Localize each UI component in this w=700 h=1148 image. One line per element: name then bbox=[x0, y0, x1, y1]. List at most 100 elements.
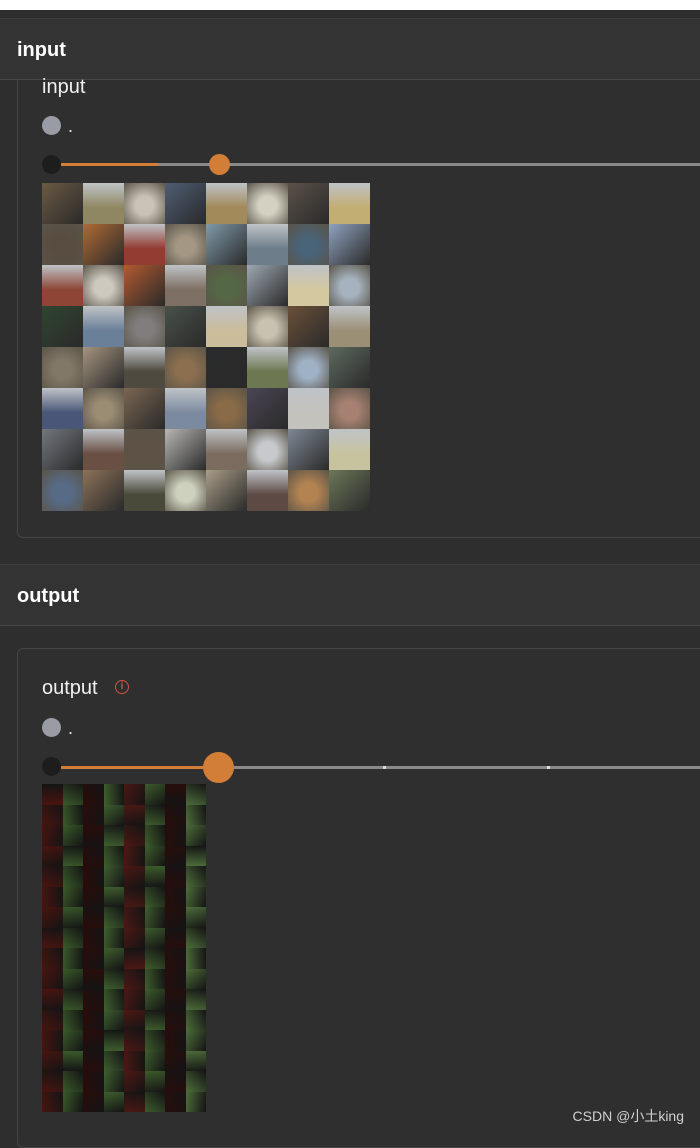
feature-tile bbox=[62, 804, 83, 825]
image-tile bbox=[329, 347, 370, 388]
feature-tile bbox=[42, 1030, 63, 1051]
image-tile bbox=[247, 224, 288, 265]
feature-tile bbox=[185, 927, 206, 948]
image-tile bbox=[124, 429, 165, 470]
image-tile bbox=[83, 306, 124, 347]
image-tile bbox=[288, 388, 329, 429]
feature-tile bbox=[165, 825, 186, 846]
feature-tile bbox=[185, 1009, 206, 1030]
image-tile bbox=[42, 306, 83, 347]
feature-tile bbox=[83, 1030, 104, 1051]
feature-tile bbox=[42, 1050, 63, 1071]
image-tile bbox=[83, 347, 124, 388]
feature-tile bbox=[185, 866, 206, 887]
feature-tile bbox=[124, 804, 145, 825]
feature-tile bbox=[42, 784, 63, 805]
image-tile bbox=[165, 470, 206, 511]
feature-tile bbox=[144, 907, 165, 928]
image-tile bbox=[42, 224, 83, 265]
feature-tile bbox=[124, 845, 145, 866]
feature-tile bbox=[165, 1091, 186, 1112]
feature-tile bbox=[62, 948, 83, 969]
feature-tile bbox=[124, 948, 145, 969]
feature-tile bbox=[103, 845, 124, 866]
feature-tile bbox=[144, 1091, 165, 1112]
image-tile bbox=[288, 265, 329, 306]
image-tile bbox=[288, 306, 329, 347]
feature-tile bbox=[62, 989, 83, 1010]
image-tile bbox=[247, 265, 288, 306]
feature-tile bbox=[62, 845, 83, 866]
radio-label: . bbox=[68, 116, 74, 136]
feature-tile bbox=[144, 1050, 165, 1071]
feature-tile bbox=[124, 1071, 145, 1092]
image-tile bbox=[288, 347, 329, 388]
feature-tile bbox=[103, 784, 124, 805]
input-slider-track[interactable] bbox=[61, 163, 700, 166]
feature-tile bbox=[144, 784, 165, 805]
feature-tile bbox=[165, 886, 186, 907]
feature-tile bbox=[124, 1050, 145, 1071]
feature-tile bbox=[103, 948, 124, 969]
image-tile bbox=[329, 429, 370, 470]
image-tile bbox=[206, 429, 247, 470]
image-tile bbox=[42, 429, 83, 470]
feature-tile bbox=[103, 1030, 124, 1051]
image-tile bbox=[206, 388, 247, 429]
feature-tile bbox=[144, 804, 165, 825]
feature-tile bbox=[42, 866, 63, 887]
output-slider-thumb[interactable] bbox=[203, 752, 234, 783]
feature-tile bbox=[42, 989, 63, 1010]
info-circle-icon[interactable]: i bbox=[115, 680, 129, 694]
output-card: output i . bbox=[17, 648, 700, 1148]
feature-tile bbox=[83, 907, 104, 928]
feature-tile bbox=[62, 1050, 83, 1071]
feature-tile bbox=[185, 1050, 206, 1071]
feature-tile bbox=[42, 968, 63, 989]
feature-tile bbox=[124, 1009, 145, 1030]
feature-tile bbox=[185, 907, 206, 928]
input-image-grid bbox=[42, 183, 370, 511]
feature-tile bbox=[124, 907, 145, 928]
feature-tile bbox=[103, 1050, 124, 1071]
feature-tile bbox=[144, 866, 165, 887]
feature-tile bbox=[124, 1030, 145, 1051]
feature-tile bbox=[83, 989, 104, 1010]
feature-tile bbox=[165, 1071, 186, 1092]
image-tile bbox=[124, 388, 165, 429]
image-tile bbox=[124, 347, 165, 388]
feature-tile bbox=[83, 825, 104, 846]
feature-tile bbox=[42, 825, 63, 846]
image-tile bbox=[288, 183, 329, 224]
output-slider-track[interactable] bbox=[61, 766, 700, 769]
image-tile bbox=[206, 265, 247, 306]
image-tile bbox=[329, 388, 370, 429]
image-tile bbox=[165, 306, 206, 347]
feature-tile bbox=[42, 845, 63, 866]
feature-tile bbox=[42, 1009, 63, 1030]
feature-tile bbox=[103, 927, 124, 948]
feature-tile bbox=[124, 968, 145, 989]
image-tile bbox=[124, 224, 165, 265]
feature-tile bbox=[83, 1091, 104, 1112]
image-tile bbox=[42, 265, 83, 306]
feature-tile bbox=[144, 845, 165, 866]
input-section-header: input bbox=[0, 18, 700, 80]
image-tile bbox=[42, 183, 83, 224]
radio-button[interactable] bbox=[42, 718, 61, 737]
feature-tile bbox=[124, 989, 145, 1010]
image-tile bbox=[329, 224, 370, 265]
feature-tile bbox=[83, 968, 104, 989]
radio-button[interactable] bbox=[42, 116, 61, 135]
feature-tile bbox=[62, 927, 83, 948]
slider-tick bbox=[547, 766, 550, 769]
image-tile bbox=[247, 388, 288, 429]
feature-tile bbox=[165, 968, 186, 989]
feature-tile bbox=[185, 825, 206, 846]
feature-tile bbox=[165, 1009, 186, 1030]
input-slider-thumb[interactable] bbox=[209, 154, 230, 175]
feature-tile bbox=[144, 948, 165, 969]
feature-tile bbox=[165, 948, 186, 969]
feature-tile bbox=[42, 927, 63, 948]
image-tile bbox=[288, 470, 329, 511]
